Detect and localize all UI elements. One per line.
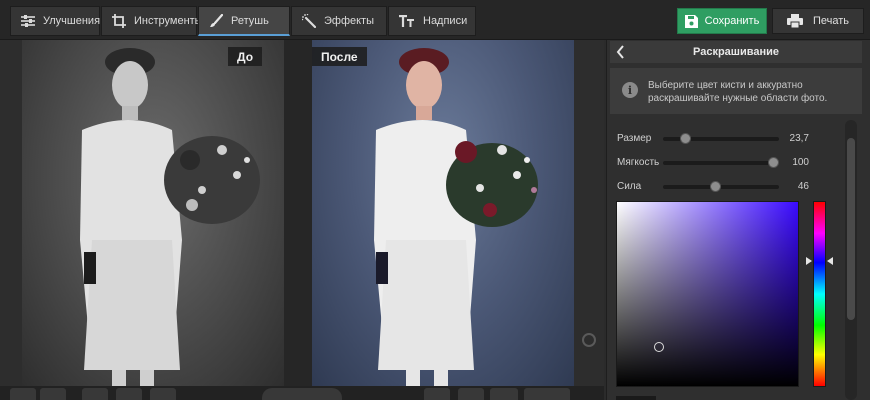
before-label: До bbox=[228, 47, 263, 66]
tab-label: Надписи bbox=[423, 15, 468, 27]
size-value[interactable]: 23,7 bbox=[781, 133, 809, 144]
sliders-icon bbox=[21, 15, 35, 27]
floppy-disk-icon bbox=[684, 14, 698, 28]
strength-label: Сила bbox=[617, 181, 642, 192]
before-photo-image bbox=[80, 48, 260, 386]
zoom-button[interactable] bbox=[458, 388, 484, 400]
print-button-label: Печать bbox=[812, 15, 850, 27]
color-picker-cursor[interactable] bbox=[654, 342, 665, 353]
magic-wand-icon bbox=[302, 14, 316, 28]
printer-icon bbox=[786, 14, 803, 28]
selected-color-swatch bbox=[616, 396, 656, 400]
navigation-button[interactable] bbox=[262, 388, 342, 400]
bottom-tool-button[interactable] bbox=[40, 388, 66, 400]
brush-icon bbox=[210, 13, 223, 27]
size-slider-thumb[interactable] bbox=[680, 133, 692, 144]
save-button-label: Сохранить bbox=[704, 15, 760, 27]
tab-label: Ретушь bbox=[231, 14, 269, 27]
hue-slider[interactable] bbox=[813, 201, 826, 387]
tab-enhancements[interactable]: Улучшения bbox=[10, 6, 100, 36]
after-photo bbox=[312, 40, 574, 386]
size-slider[interactable] bbox=[663, 133, 779, 144]
softness-label: Мягкость bbox=[617, 157, 660, 168]
panel-title: Раскрашивание bbox=[610, 41, 862, 63]
after-photo-image bbox=[374, 48, 538, 386]
back-button[interactable] bbox=[614, 44, 628, 60]
photo-divider bbox=[284, 40, 312, 386]
save-button[interactable]: Сохранить bbox=[677, 8, 767, 34]
info-icon: i bbox=[622, 82, 638, 98]
hint-text: Выберите цвет кисти и аккуратно раскраши… bbox=[648, 80, 828, 104]
bottom-tool-button[interactable] bbox=[10, 388, 36, 400]
hint-box: i Выберите цвет кисти и аккуратно раскра… bbox=[610, 68, 862, 114]
tab-captions[interactable]: Надписи bbox=[388, 6, 476, 36]
softness-value[interactable]: 100 bbox=[781, 157, 809, 168]
tab-label: Эффекты bbox=[324, 15, 375, 27]
tab-effects[interactable]: Эффекты bbox=[291, 6, 387, 36]
top-toolbar: Улучшения Инструменты Ретушь Эффекты Над… bbox=[0, 0, 870, 40]
strength-slider[interactable] bbox=[663, 181, 779, 192]
softness-slider[interactable] bbox=[663, 157, 780, 168]
after-label: После bbox=[312, 47, 367, 66]
undo-button[interactable] bbox=[82, 388, 108, 400]
text-icon bbox=[399, 15, 414, 27]
redo-button[interactable] bbox=[116, 388, 142, 400]
fit-button[interactable] bbox=[424, 388, 450, 400]
tab-retouch[interactable]: Ретушь bbox=[198, 6, 290, 36]
color-saturation-field[interactable] bbox=[616, 201, 799, 387]
strength-value[interactable]: 46 bbox=[781, 181, 809, 192]
chevron-left-icon bbox=[616, 45, 624, 59]
tab-label: Улучшения bbox=[43, 15, 101, 27]
print-button[interactable]: Печать bbox=[772, 8, 864, 34]
zoom-level-field[interactable] bbox=[524, 388, 570, 400]
size-label: Размер bbox=[617, 133, 652, 144]
tab-tools[interactable]: Инструменты bbox=[101, 6, 203, 36]
panel-scrollbar-thumb[interactable] bbox=[847, 138, 855, 320]
tab-label: Инструменты bbox=[134, 15, 203, 27]
compare-handle[interactable] bbox=[582, 333, 596, 347]
crop-icon bbox=[112, 14, 126, 28]
hue-slider-marker[interactable] bbox=[827, 256, 833, 265]
reset-button[interactable] bbox=[150, 388, 176, 400]
zoom-slider-button[interactable] bbox=[490, 388, 518, 400]
hue-slider-marker[interactable] bbox=[806, 256, 812, 265]
before-photo bbox=[22, 40, 284, 386]
